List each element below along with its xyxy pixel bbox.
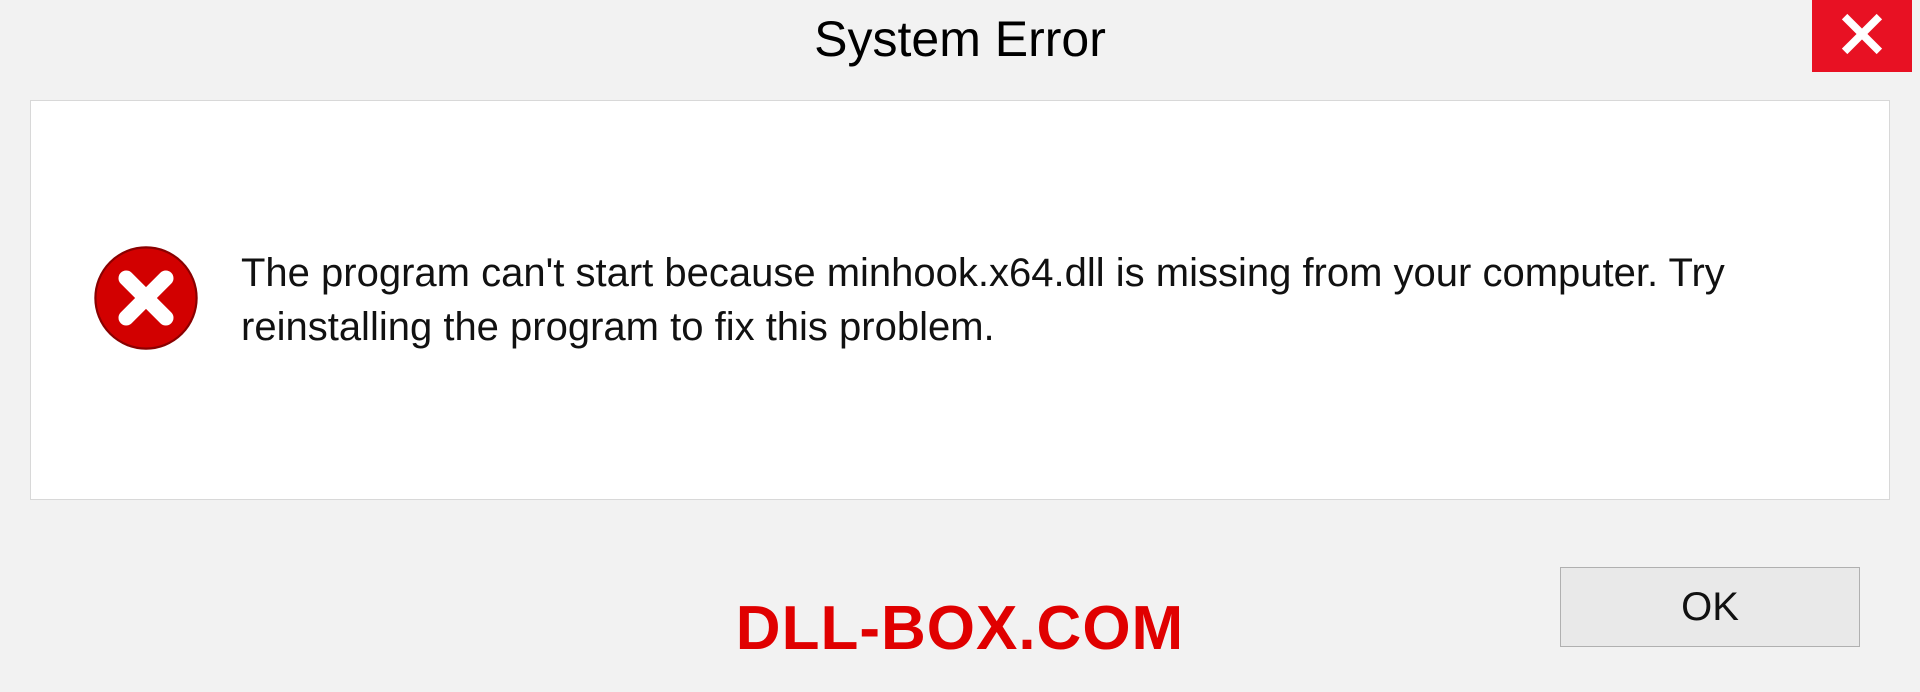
- ok-button-label: OK: [1681, 585, 1739, 630]
- watermark-text: DLL-BOX.COM: [736, 593, 1184, 664]
- close-icon: [1840, 12, 1884, 61]
- ok-button[interactable]: OK: [1560, 567, 1860, 647]
- error-message: The program can't start because minhook.…: [241, 246, 1741, 354]
- dialog-titlebar: System Error: [0, 0, 1920, 80]
- dialog-content: The program can't start because minhook.…: [30, 100, 1890, 500]
- dialog-title: System Error: [814, 10, 1106, 68]
- close-button[interactable]: [1812, 0, 1912, 72]
- dialog-footer: DLL-BOX.COM OK: [0, 532, 1920, 692]
- error-icon: [91, 243, 201, 358]
